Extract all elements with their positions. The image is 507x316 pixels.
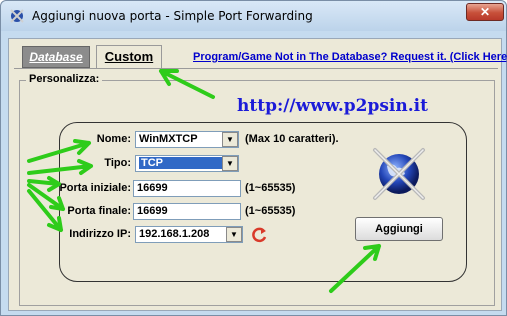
port-end-hint: (1~65535) [245, 205, 296, 217]
port-start-hint: (1~65535) [245, 182, 296, 194]
title-bar[interactable]: Aggiungi nuova porta - Simple Port Forwa… [1, 1, 506, 31]
globe-icon [373, 148, 425, 200]
chevron-down-icon[interactable]: ▼ [222, 156, 238, 171]
type-label: Tipo: [104, 157, 131, 169]
close-button[interactable]: ✕ [466, 3, 504, 21]
dialog-window: Aggiungi nuova porta - Simple Port Forwa… [0, 0, 507, 316]
port-start-value: 16699 [137, 182, 168, 194]
name-hint: (Max 10 caratteri). [245, 133, 339, 145]
chevron-down-icon[interactable]: ▼ [222, 132, 238, 147]
name-combobox[interactable]: WinMXTCP ▼ [135, 131, 239, 148]
port-end-value: 16699 [137, 205, 168, 217]
type-value: TCP [139, 157, 223, 169]
ip-combobox[interactable]: 192.168.1.208 ▼ [135, 226, 243, 243]
window-title: Aggiungi nuova porta - Simple Port Forwa… [32, 9, 313, 23]
tab-database[interactable]: Database [22, 46, 90, 68]
port-end-label: Porta finale: [67, 205, 131, 217]
port-start-input[interactable]: 16699 [133, 180, 241, 197]
watermark-url: http://www.p2psin.it [237, 96, 428, 116]
request-program-link[interactable]: Program/Game Not in The Database? Reques… [193, 51, 507, 63]
ip-label: Indirizzo IP: [69, 228, 131, 240]
app-icon [10, 9, 24, 23]
name-label: Nome: [96, 133, 131, 145]
tab-custom[interactable]: Custom [96, 45, 162, 69]
refresh-icon[interactable] [249, 225, 269, 245]
groupbox-label: Personalizza: [26, 73, 103, 85]
close-icon: ✕ [479, 5, 491, 19]
name-value: WinMXTCP [139, 133, 198, 145]
type-select[interactable]: TCP ▼ [135, 155, 239, 172]
tab-divider [14, 68, 498, 69]
port-end-input[interactable]: 16699 [133, 203, 241, 220]
ip-value: 192.168.1.208 [139, 228, 210, 240]
dialog-client-area: Database Custom Program/Game Not in The … [8, 38, 507, 311]
port-start-label: Porta iniziale: [59, 182, 131, 194]
chevron-down-icon[interactable]: ▼ [226, 227, 242, 242]
add-button[interactable]: Aggiungi [355, 217, 443, 241]
